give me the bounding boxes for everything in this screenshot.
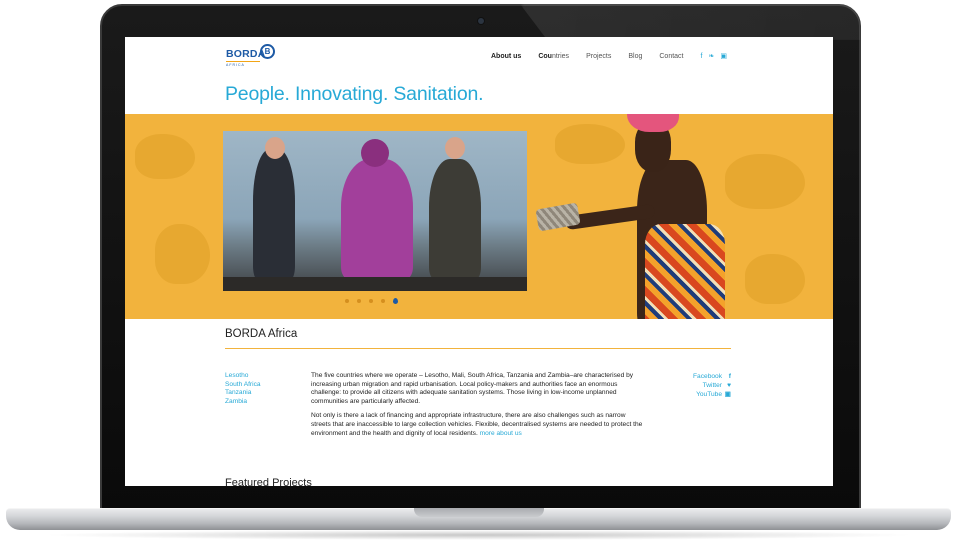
nav-countries-rest: ntries [551,52,570,60]
country-link[interactable]: Tanzania [225,389,261,398]
slider-dot[interactable] [369,299,373,303]
featured-projects-title: Featured Projects [225,477,312,486]
woman-headscarf [627,114,679,132]
nav-blog[interactable]: Blog [628,53,642,60]
map-shape [725,154,805,209]
section-body: The five countries where we operate – Le… [311,372,645,444]
person-figure [429,159,481,279]
nav-projects[interactable]: Projects [586,53,611,60]
section-title: BORDA Africa [225,328,298,340]
map-shape [135,134,195,179]
youtube-link[interactable]: YouTube ▣ [673,390,731,399]
slider-dot-active[interactable] [393,298,398,304]
slider-dot[interactable] [381,299,385,303]
page-tagline: People. Innovating. Sanitation. [225,83,484,105]
person-head [265,137,285,159]
person-figure [341,159,413,279]
twitter-icon: ♥ [727,382,731,389]
social-links: Facebook f Twitter ♥ YouTube ▣ [673,372,731,399]
woman-dress [645,224,725,319]
logo-mark-icon: B [260,44,275,59]
section-divider [225,348,731,349]
slider-dot[interactable] [357,299,361,303]
nav-countries[interactable]: Countries [538,53,569,60]
person-head [445,137,465,159]
facebook-link[interactable]: Facebook f [673,372,731,381]
youtube-icon: ▣ [724,391,731,398]
person-head [361,139,389,167]
country-link[interactable]: South Africa [225,381,261,390]
more-about-us-link[interactable]: more about us [480,430,522,437]
browser-screen: BORDA B AFRICA About us Countries Projec… [125,37,833,486]
paragraph-2: Not only is there a lack of financing an… [311,412,645,438]
laptop-shadow [40,530,917,540]
camera-icon [478,18,484,24]
logo-subtitle: AFRICA [226,63,245,67]
logo-underline [226,61,260,62]
facebook-icon: f [728,373,731,380]
youtube-label: YouTube [696,391,722,398]
laptop-mockup: BORDA B AFRICA About us Countries Projec… [0,0,957,547]
nav-countries-bold: Cou [538,52,552,60]
paragraph-1: The five countries where we operate – Le… [311,372,634,405]
country-link[interactable]: Zambia [225,398,261,407]
country-list: Lesotho South Africa Tanzania Zambia [225,372,261,406]
borda-logo[interactable]: BORDA B AFRICA [226,44,286,70]
youtube-icon[interactable]: ▣ [720,52,727,60]
nav-contact[interactable]: Contact [659,53,683,60]
slider-dot[interactable] [345,299,349,303]
country-link[interactable]: Lesotho [225,372,261,381]
person-figure [253,149,295,279]
map-shape [555,124,625,164]
stage-floor [223,277,527,291]
twitter-label: Twitter [702,382,722,389]
map-shape [155,224,210,284]
laptop-notch [414,508,544,517]
facebook-icon[interactable]: f [701,53,703,60]
main-nav: About us Countries Projects Blog Contact… [491,52,733,61]
twitter-icon[interactable]: ❧ [708,52,714,60]
slider-photo[interactable] [223,131,527,291]
slider-dots [345,298,398,304]
facebook-label: Facebook [693,373,722,380]
hero-banner [125,114,833,319]
twitter-link[interactable]: Twitter ♥ [673,381,731,390]
nav-about-us[interactable]: About us [491,53,521,60]
map-shape [745,254,805,304]
paragraph-2-text: Not only is there a lack of financing an… [311,412,643,437]
